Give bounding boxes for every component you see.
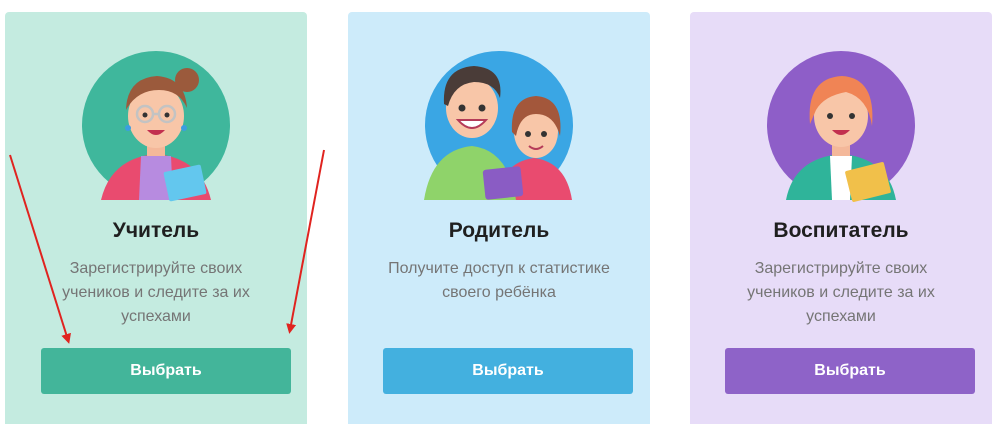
role-description: Получите доступ к статистике своего ребё… <box>388 260 610 301</box>
role-title: Родитель <box>448 219 550 242</box>
select-parent-button[interactable]: Выбрать <box>383 348 633 394</box>
role-title: Воспитатель <box>773 219 909 242</box>
select-teacher-button[interactable]: Выбрать <box>41 348 291 394</box>
role-title: Учитель <box>112 219 200 242</box>
educator-avatar-icon <box>766 50 916 202</box>
select-educator-button[interactable]: Выбрать <box>725 348 975 394</box>
teacher-avatar-icon <box>81 50 231 202</box>
role-description: Зарегистрируйте своих учеников и следите… <box>747 260 935 325</box>
role-description: Зарегистрируйте своих учеников и следите… <box>62 260 250 325</box>
role-card-parent: Родитель Получите доступ к статистике св… <box>348 12 650 424</box>
parents-avatar-icon <box>424 50 574 200</box>
role-card-teacher: Учитель Зарегистрируйте своих учеников и… <box>5 12 307 424</box>
role-card-educator: Воспитатель Зарегистрируйте своих ученик… <box>690 12 992 424</box>
